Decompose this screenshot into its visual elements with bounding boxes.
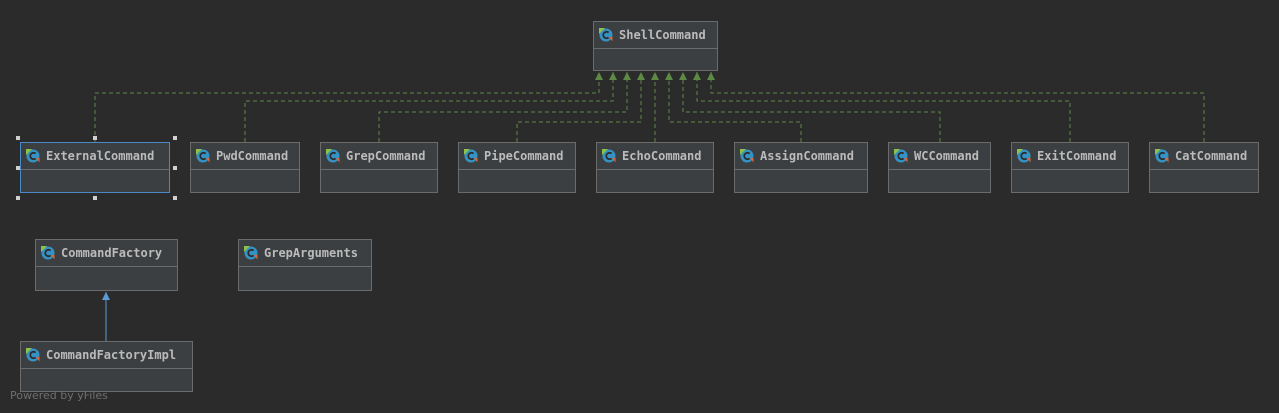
class-header: GrepArguments	[239, 240, 371, 267]
implements-edge-assigncommand	[665, 72, 802, 142]
implements-edge-catcommand	[707, 72, 1205, 142]
class-members	[21, 170, 169, 192]
class-icon	[599, 28, 619, 42]
class-members	[735, 170, 867, 192]
class-icon	[740, 149, 760, 163]
class-name: WCCommand	[914, 149, 980, 163]
class-icon	[464, 149, 484, 163]
class-members	[239, 267, 371, 289]
implements-edge-pipecommand	[516, 72, 645, 142]
class-icon	[26, 149, 46, 163]
class-name: GrepCommand	[346, 149, 426, 163]
class-node-commandfactoryimpl[interactable]: CommandFactoryImpl	[20, 341, 193, 392]
class-node-pwdcommand[interactable]: PwdCommand	[190, 142, 300, 193]
class-members	[594, 49, 717, 71]
implements-edge-wccommand	[679, 72, 941, 142]
class-header: CommandFactoryImpl	[21, 342, 192, 369]
class-node-externalcommand[interactable]: ExternalCommand	[20, 142, 170, 193]
class-node-greparguments[interactable]: GrepArguments	[238, 239, 372, 291]
class-name: GrepArguments	[264, 246, 358, 260]
class-node-commandfactory[interactable]: CommandFactory	[35, 239, 178, 291]
class-header: ExitCommand	[1012, 143, 1128, 170]
class-header: ShellCommand	[594, 22, 717, 49]
class-header: CommandFactory	[36, 240, 177, 267]
class-header: WCCommand	[889, 143, 990, 170]
class-members	[1150, 170, 1258, 192]
class-members	[191, 170, 299, 192]
class-icon	[326, 149, 346, 163]
class-icon	[41, 246, 61, 260]
class-members	[889, 170, 990, 192]
class-icon	[1155, 149, 1175, 163]
class-header: EchoCommand	[597, 143, 713, 170]
class-icon	[1017, 149, 1037, 163]
class-members	[1012, 170, 1128, 192]
resize-handle[interactable]	[173, 136, 177, 140]
class-node-assigncommand[interactable]: AssignCommand	[734, 142, 868, 193]
class-header: PipeCommand	[459, 143, 575, 170]
class-name: CommandFactoryImpl	[46, 348, 177, 362]
class-name: CatCommand	[1175, 149, 1248, 163]
class-name: ShellCommand	[619, 28, 706, 42]
class-name: ExitCommand	[1037, 149, 1117, 163]
class-header: AssignCommand	[735, 143, 867, 170]
resize-handle[interactable]	[16, 196, 20, 200]
class-node-grepcommand[interactable]: GrepCommand	[320, 142, 438, 193]
class-node-shellcommand[interactable]: ShellCommand	[593, 21, 718, 71]
class-header: ExternalCommand	[21, 143, 169, 170]
class-icon	[894, 149, 914, 163]
class-members	[459, 170, 575, 192]
class-node-exitcommand[interactable]: ExitCommand	[1011, 142, 1129, 193]
implements-edge-pwdcommand	[244, 72, 617, 142]
class-icon	[26, 348, 46, 362]
resize-handle[interactable]	[16, 136, 20, 140]
implements-edge-externalcommand	[94, 72, 603, 142]
resize-handle[interactable]	[16, 166, 20, 170]
resize-handle[interactable]	[93, 196, 97, 200]
class-name: ExternalCommand	[46, 149, 155, 163]
class-header: GrepCommand	[321, 143, 437, 170]
resize-handle[interactable]	[173, 196, 177, 200]
class-members	[36, 267, 177, 289]
class-icon	[244, 246, 264, 260]
class-name: PipeCommand	[484, 149, 564, 163]
class-members	[597, 170, 713, 192]
resize-handle[interactable]	[93, 136, 97, 140]
class-node-pipecommand[interactable]: PipeCommand	[458, 142, 576, 193]
class-icon	[602, 149, 622, 163]
class-icon	[196, 149, 216, 163]
class-header: PwdCommand	[191, 143, 299, 170]
class-name: PwdCommand	[216, 149, 289, 163]
class-node-echocommand[interactable]: EchoCommand	[596, 142, 714, 193]
yfiles-credit: Powered by yFiles	[10, 389, 108, 402]
class-name: EchoCommand	[622, 149, 702, 163]
class-name: AssignCommand	[760, 149, 854, 163]
implements-edge-grepcommand	[378, 72, 631, 142]
class-members	[21, 369, 192, 391]
resize-handle[interactable]	[173, 166, 177, 170]
class-header: CatCommand	[1150, 143, 1258, 170]
implements-edge-exitcommand	[693, 72, 1071, 142]
class-members	[321, 170, 437, 192]
class-node-catcommand[interactable]: CatCommand	[1149, 142, 1259, 193]
class-node-wccommand[interactable]: WCCommand	[888, 142, 991, 193]
class-name: CommandFactory	[61, 246, 163, 260]
